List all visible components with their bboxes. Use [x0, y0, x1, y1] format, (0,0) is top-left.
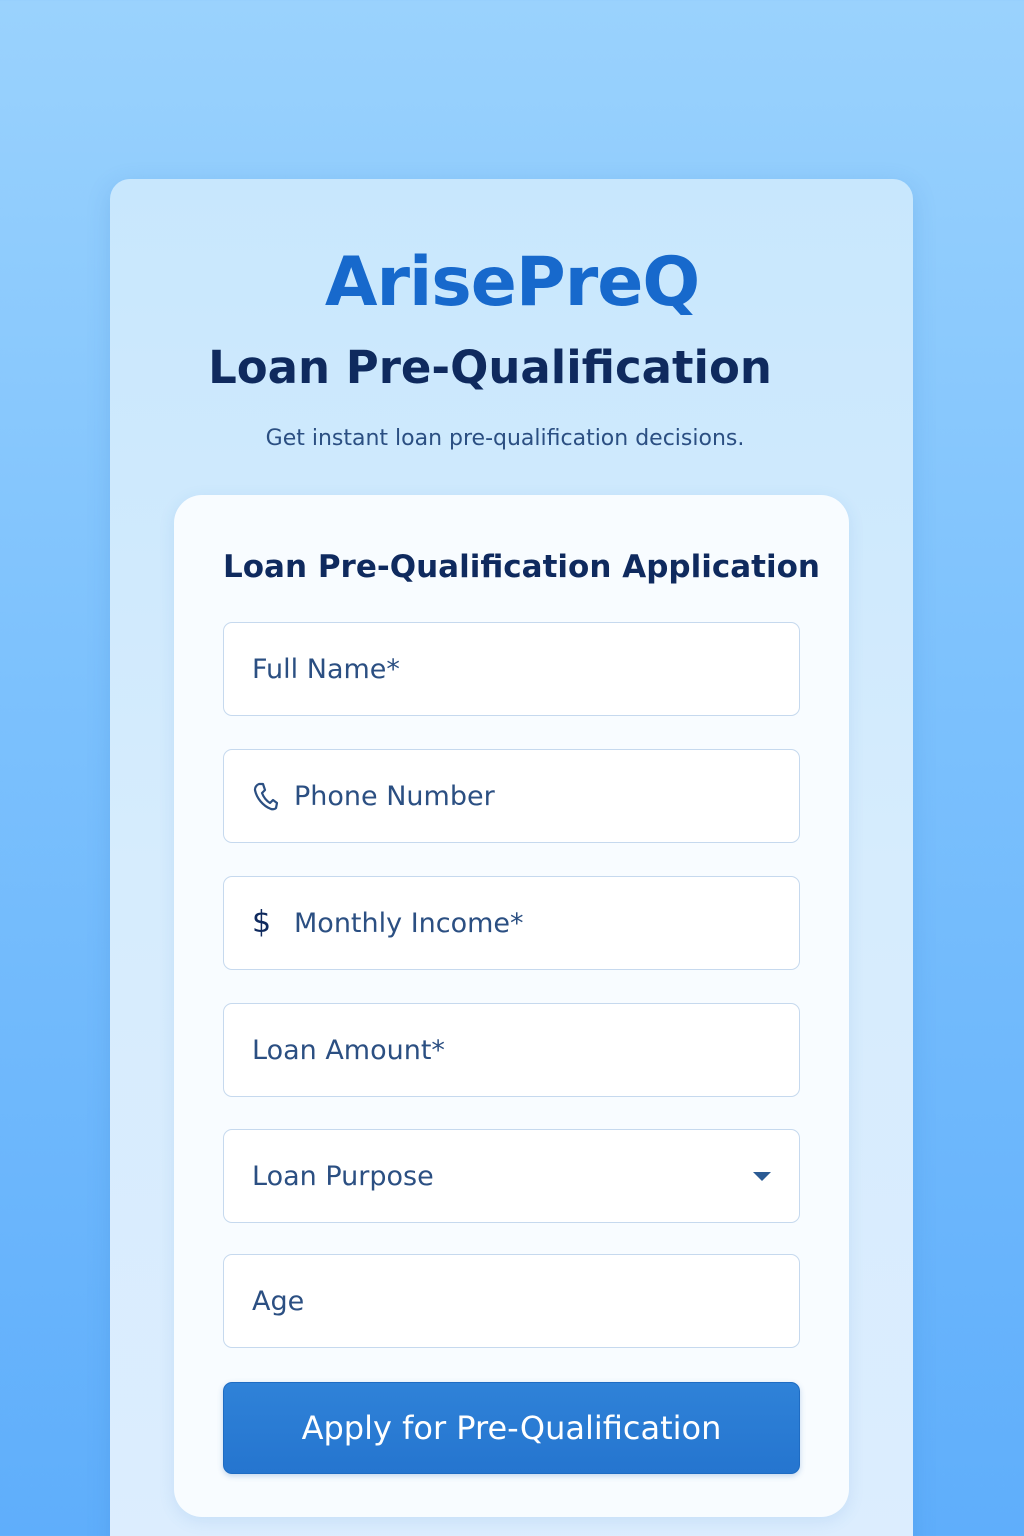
- phone-number-input[interactable]: [294, 750, 775, 842]
- loan-purpose-value: Loan Purpose: [252, 1160, 434, 1192]
- chevron-down-icon[interactable]: [753, 1171, 771, 1181]
- phone-field[interactable]: [223, 749, 800, 843]
- full-name-field[interactable]: [223, 622, 800, 716]
- loan-amount-input[interactable]: [252, 1004, 775, 1096]
- loan-purpose-select[interactable]: Loan Purpose: [223, 1129, 800, 1223]
- page-subtitle: Get instant loan pre-qualification decis…: [265, 426, 745, 451]
- dollar-icon: $: [252, 905, 272, 940]
- brand-title: ArisePreQ: [324, 243, 700, 322]
- age-field[interactable]: [223, 1254, 800, 1348]
- loan-amount-field[interactable]: [223, 1003, 800, 1097]
- apply-button[interactable]: Apply for Pre-Qualification: [223, 1382, 800, 1474]
- monthly-income-input[interactable]: [294, 877, 775, 969]
- phone-icon: [252, 779, 282, 813]
- monthly-income-field[interactable]: $: [223, 876, 800, 970]
- page-title: Loan Pre-Qualification: [208, 341, 772, 394]
- form-heading: Loan Pre-Qualification Application: [223, 549, 820, 585]
- age-input[interactable]: [252, 1255, 775, 1347]
- full-name-input[interactable]: [252, 623, 775, 715]
